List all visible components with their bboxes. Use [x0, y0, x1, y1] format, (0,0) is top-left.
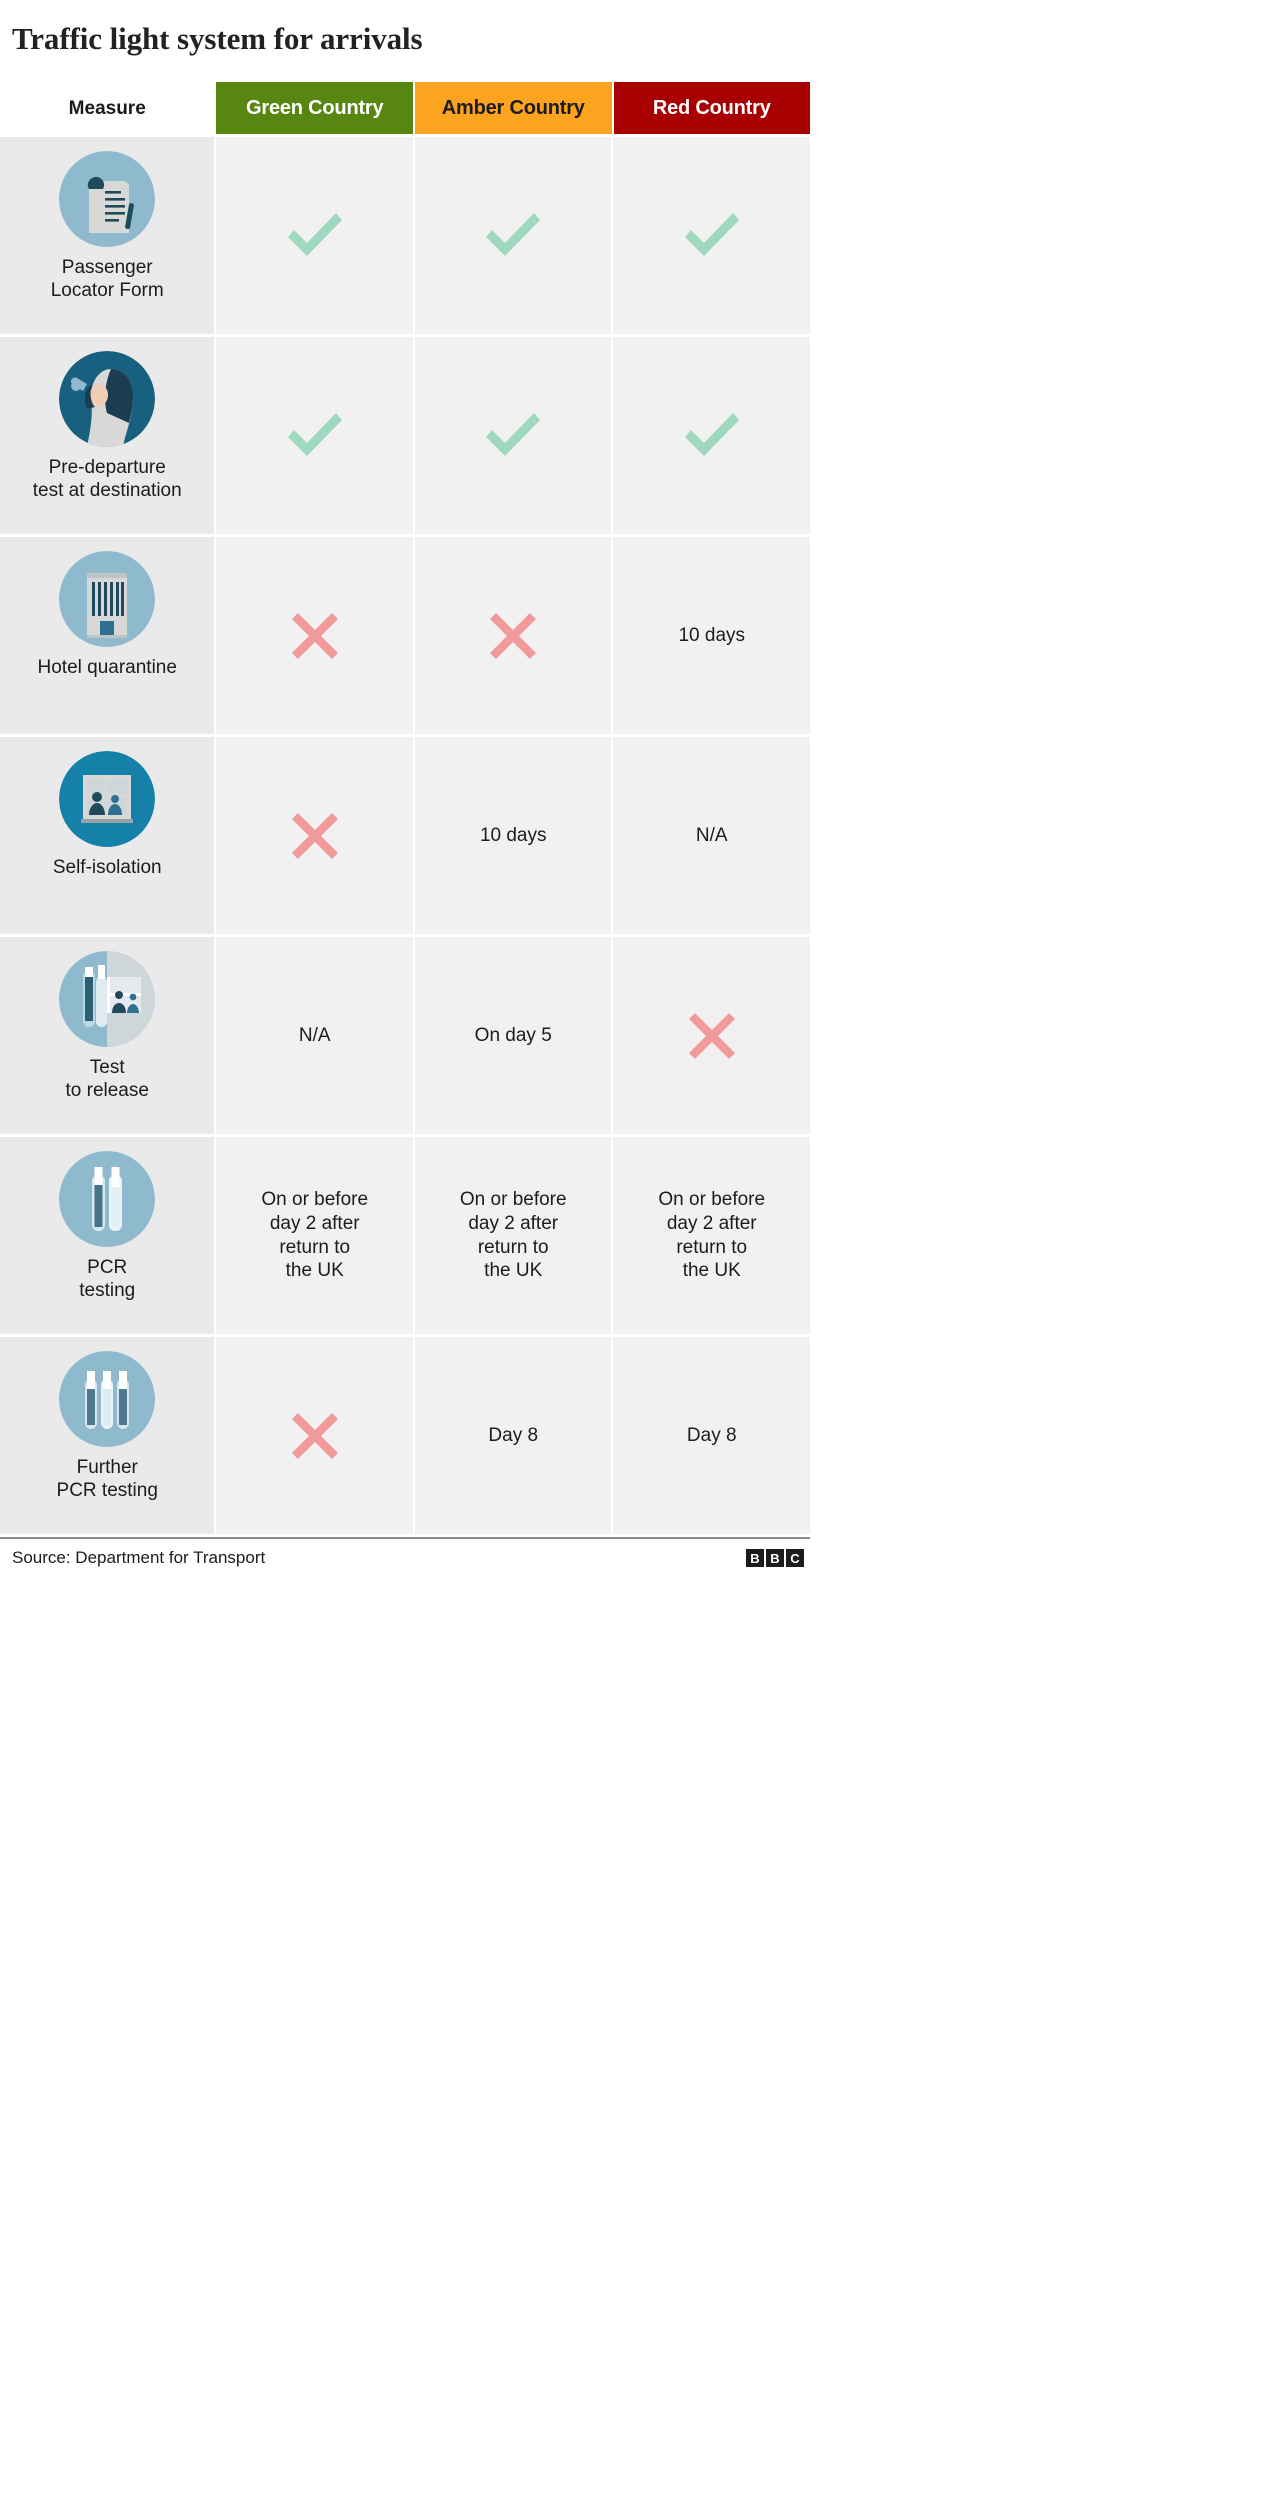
column-header-measure: Measure — [68, 98, 146, 120]
measure-label-text: Hotel quarantine — [37, 657, 177, 679]
infographic-traffic-light-system: Traffic light system for arrivals Measur… — [0, 0, 811, 1578]
cell-red-country — [613, 137, 810, 335]
cell-value: On or before day 2 after return to the U… — [658, 1189, 766, 1282]
cell-red-country — [613, 337, 810, 535]
measure-label-cell: PCR testing — [0, 1137, 215, 1335]
test-to-release-icon — [59, 951, 156, 1048]
cell-green-country: On or before day 2 after return to the U… — [216, 1137, 413, 1335]
table-header-row: Measure Green Country Amber Country Red … — [0, 82, 811, 135]
cell-amber-country — [414, 337, 612, 535]
cell-value: On day 5 — [474, 1024, 552, 1046]
footer: Source: Department for Transport B B C — [0, 1537, 810, 1577]
column-header-red-country: Red Country — [613, 82, 811, 135]
tick-icon — [284, 210, 346, 262]
bbc-logo-letter-3: C — [786, 1549, 804, 1568]
tick-icon — [681, 410, 743, 462]
measure-label-text: Test to release — [65, 1057, 149, 1101]
cell-red-country: 10 days — [613, 537, 810, 735]
cell-amber-country: On or before day 2 after return to the U… — [414, 1137, 612, 1335]
column-header-amber-country: Amber Country — [414, 82, 612, 135]
source-note: Source: Department for Transport — [12, 1548, 266, 1568]
cell-green-country — [216, 137, 413, 335]
measure-label-text: Pre-departure test at destination — [32, 457, 182, 501]
cell-green-country — [216, 737, 413, 935]
table-row: PCR testing On or before day 2 after retu… — [0, 1137, 810, 1335]
measure-label-cell: Passenger Locator Form — [0, 137, 215, 335]
bbc-logo: B B C — [746, 1549, 804, 1568]
cell-green-country — [216, 1337, 413, 1535]
column-header-green-country: Green Country — [216, 82, 413, 135]
cell-amber-country — [414, 137, 612, 335]
cell-green-country — [216, 337, 413, 535]
cross-icon — [686, 1010, 738, 1062]
cell-value: 10 days — [678, 624, 746, 646]
table-body: Passenger Locator Form Pre-departure tes… — [0, 137, 810, 1535]
cell-red-country — [613, 937, 810, 1135]
bbc-logo-letter-2: B — [766, 1549, 784, 1568]
page-title: Traffic light system for arrivals — [12, 21, 423, 56]
table-row: Further PCR testing Day 8 Day 8 — [0, 1337, 810, 1535]
table-row: Test to release N/A On day 5 — [0, 937, 810, 1135]
tick-icon — [681, 210, 743, 262]
hotel-quarantine-icon — [59, 551, 156, 648]
measure-label-cell: Hotel quarantine — [0, 537, 215, 735]
pre-departure-test-icon — [59, 351, 156, 448]
measure-label-text: Passenger Locator Form — [50, 257, 164, 301]
cell-amber-country — [414, 537, 612, 735]
cell-amber-country: Day 8 — [414, 1337, 612, 1535]
bbc-logo-letter-1: B — [746, 1549, 764, 1568]
cell-green-country — [216, 537, 413, 735]
cell-red-country: On or before day 2 after return to the U… — [613, 1137, 810, 1335]
measure-label-cell: Further PCR testing — [0, 1337, 215, 1535]
cell-value: 10 days — [479, 824, 547, 846]
table-row: Self-isolation 10 days N/A — [0, 737, 810, 935]
tick-icon — [482, 210, 544, 262]
cross-icon — [487, 610, 539, 662]
measure-label-text: Self-isolation — [52, 857, 162, 879]
cross-icon — [289, 610, 341, 662]
cell-amber-country: 10 days — [414, 737, 612, 935]
cell-value: On or before day 2 after return to the U… — [261, 1189, 369, 1282]
cell-value: N/A — [695, 824, 728, 846]
measure-label-text: PCR testing — [79, 1257, 136, 1301]
measure-label-text: Further PCR testing — [56, 1457, 158, 1501]
tick-icon — [284, 410, 346, 462]
cell-green-country: N/A — [216, 937, 413, 1135]
measure-label-cell: Test to release — [0, 937, 215, 1135]
cross-icon — [289, 810, 341, 862]
cell-value: Day 8 — [686, 1424, 737, 1446]
self-isolation-icon — [59, 751, 156, 848]
cell-amber-country: On day 5 — [414, 937, 612, 1135]
measure-label-cell: Self-isolation — [0, 737, 215, 935]
table-row: Pre-departure test at destination — [0, 337, 810, 535]
table-row: Passenger Locator Form — [0, 137, 810, 335]
tick-icon — [482, 410, 544, 462]
cell-value: N/A — [298, 1024, 331, 1046]
cross-icon — [289, 1410, 341, 1462]
cell-red-country: Day 8 — [613, 1337, 810, 1535]
cell-value: Day 8 — [488, 1424, 539, 1446]
further-pcr-testing-icon — [59, 1351, 156, 1448]
pcr-testing-icon — [59, 1151, 156, 1248]
measure-label-cell: Pre-departure test at destination — [0, 337, 215, 535]
cell-red-country: N/A — [613, 737, 810, 935]
table-row: Hotel quarantine 10 days — [0, 537, 810, 735]
cell-value: On or before day 2 after return to the U… — [459, 1189, 567, 1282]
passenger-locator-form-icon — [59, 151, 156, 248]
